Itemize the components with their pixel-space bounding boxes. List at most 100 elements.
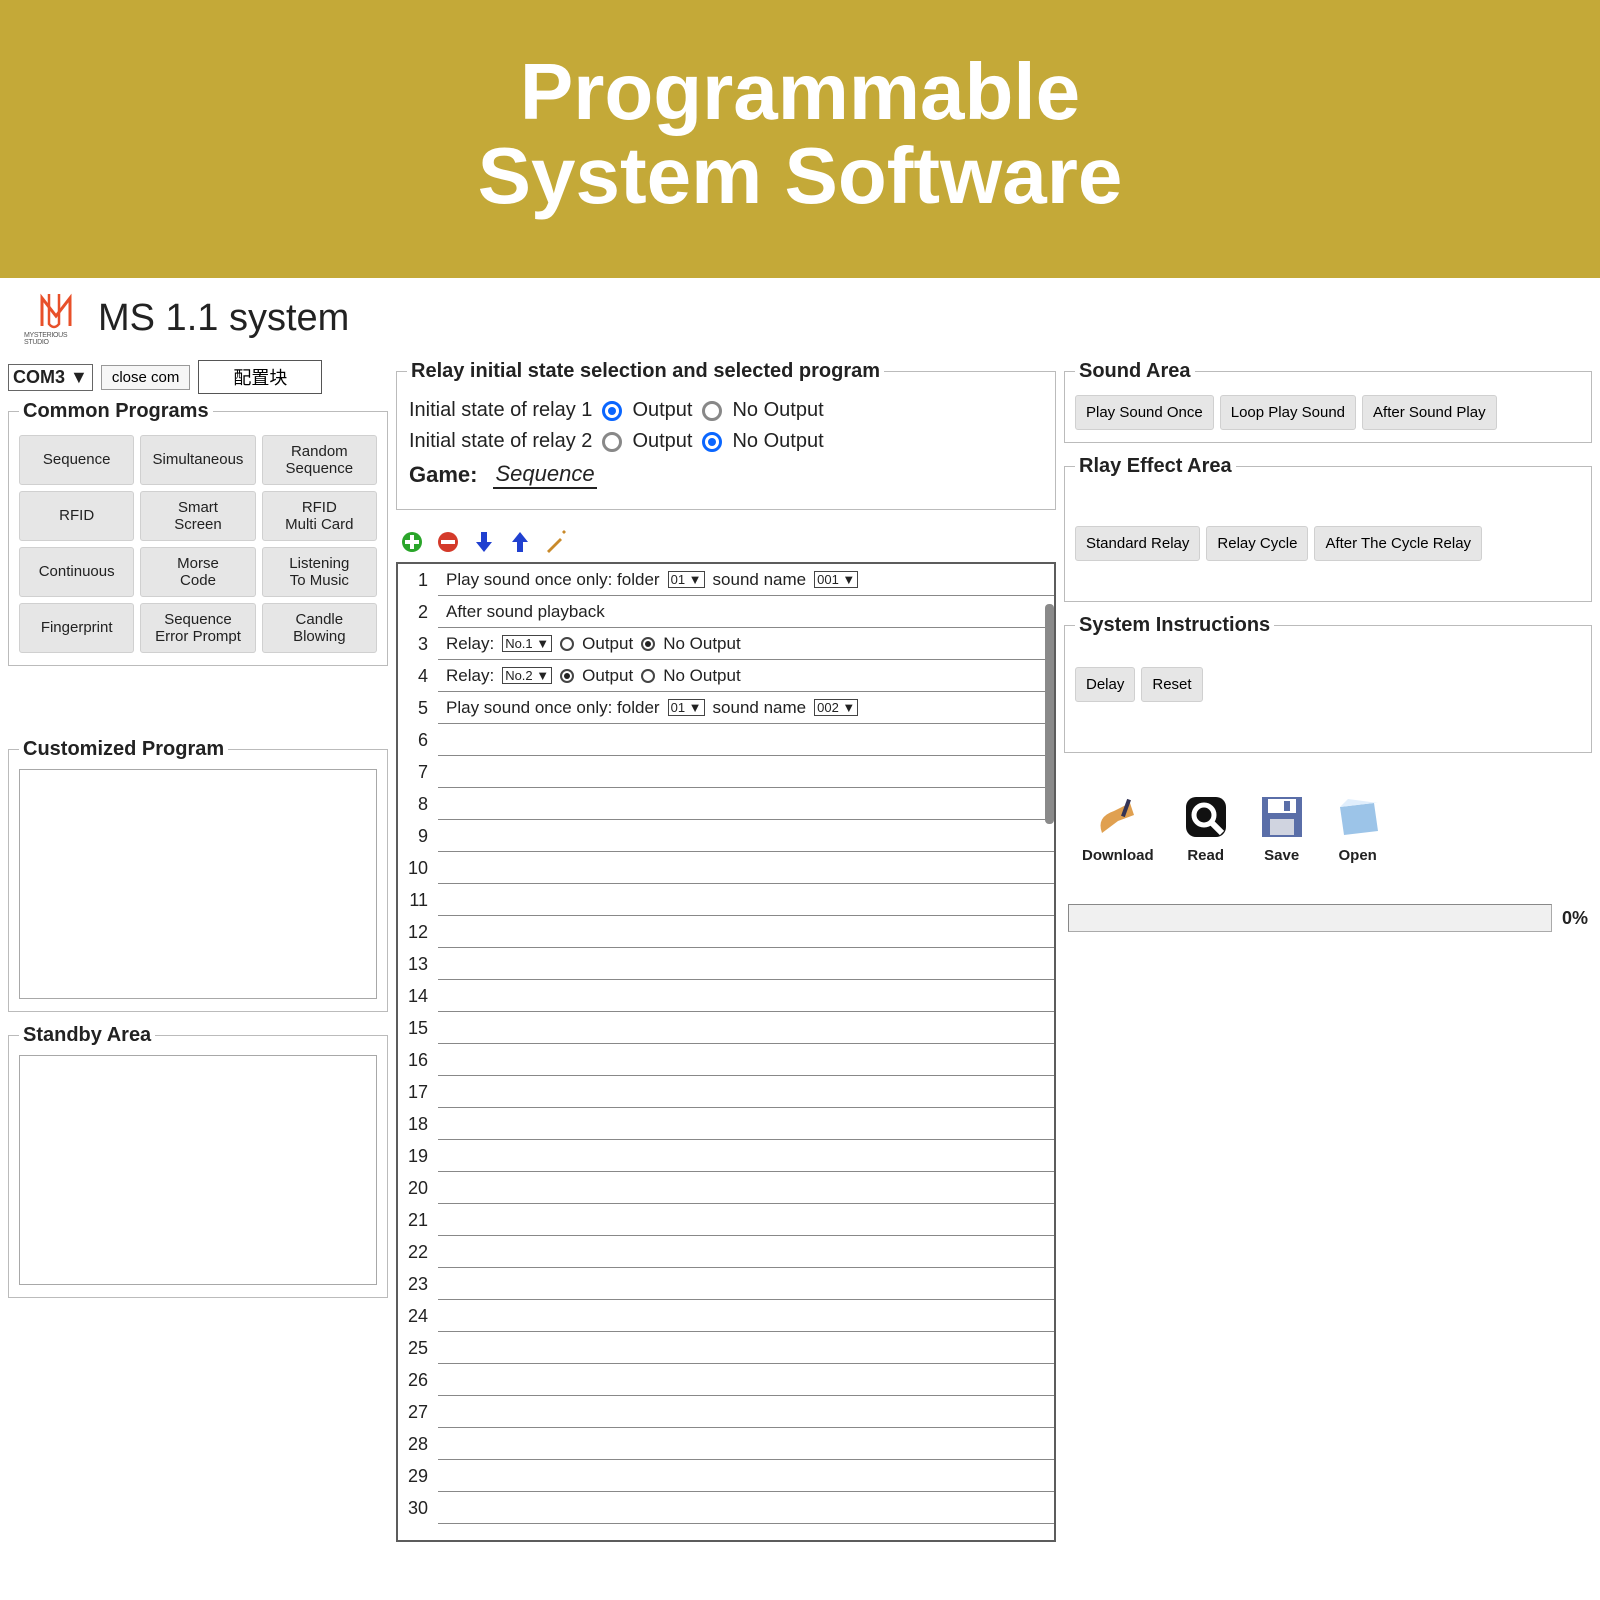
program-continuous[interactable]: Continuous: [19, 547, 134, 597]
editor-row[interactable]: 10: [398, 852, 1054, 884]
editor-row[interactable]: 4Relay:No.2 ▼OutputNo Output: [398, 660, 1054, 692]
editor-row[interactable]: 27: [398, 1396, 1054, 1428]
editor-row[interactable]: 20: [398, 1172, 1054, 1204]
program-rfid[interactable]: RFID: [19, 491, 134, 541]
folder-select[interactable]: 01 ▼: [668, 571, 705, 588]
editor-row[interactable]: 14: [398, 980, 1054, 1012]
play-sound-once-button[interactable]: Play Sound Once: [1075, 395, 1214, 430]
editor-row[interactable]: 24: [398, 1300, 1054, 1332]
banner-title: ProgrammableSystem Software: [0, 50, 1600, 218]
com-port-select[interactable]: COM3 ▼: [8, 364, 93, 391]
editor-row[interactable]: 26: [398, 1364, 1054, 1396]
standard-relay-button[interactable]: Standard Relay: [1075, 526, 1200, 561]
editor-row[interactable]: 18: [398, 1108, 1054, 1140]
output-radio[interactable]: [560, 637, 574, 651]
program-simultaneous[interactable]: Simultaneous: [140, 435, 255, 485]
line-number: 13: [398, 954, 438, 975]
relay2-output-radio[interactable]: [602, 432, 622, 452]
editor-row[interactable]: 30: [398, 1492, 1054, 1524]
editor-row[interactable]: 12: [398, 916, 1054, 948]
config-button[interactable]: 配置块: [198, 360, 322, 394]
line-number: 5: [398, 698, 438, 719]
move-up-icon[interactable]: [508, 530, 532, 554]
relay2-nooutput-radio[interactable]: [702, 432, 722, 452]
common-programs-legend: Common Programs: [19, 400, 213, 423]
program-random-sequence[interactable]: RandomSequence: [262, 435, 377, 485]
standby-area-legend: Standby Area: [19, 1024, 155, 1047]
sound-select[interactable]: 001 ▼: [814, 571, 858, 588]
editor-row[interactable]: 6: [398, 724, 1054, 756]
read-icon: [1182, 793, 1230, 841]
relay-select[interactable]: No.2 ▼: [502, 667, 552, 684]
move-down-icon[interactable]: [472, 530, 496, 554]
nooutput-radio[interactable]: [641, 637, 655, 651]
read-button[interactable]: Read: [1182, 793, 1230, 864]
editor-row[interactable]: 21: [398, 1204, 1054, 1236]
line-number: 30: [398, 1498, 438, 1519]
customized-program-legend: Customized Program: [19, 738, 228, 761]
output-radio[interactable]: [560, 669, 574, 683]
program-sequence[interactable]: Sequence: [19, 435, 134, 485]
app-title: MS 1.1 system: [98, 297, 349, 340]
editor-row[interactable]: 7: [398, 756, 1054, 788]
program-candle-blowing[interactable]: CandleBlowing: [262, 603, 377, 653]
remove-icon[interactable]: [436, 530, 460, 554]
program-smart-screen[interactable]: SmartScreen: [140, 491, 255, 541]
editor-row[interactable]: 3Relay:No.1 ▼OutputNo Output: [398, 628, 1054, 660]
editor-row[interactable]: 29: [398, 1460, 1054, 1492]
after-cycle-relay-button[interactable]: After The Cycle Relay: [1314, 526, 1482, 561]
program-listening-to-music[interactable]: ListeningTo Music: [262, 547, 377, 597]
editor-row[interactable]: 16: [398, 1044, 1054, 1076]
progress-track: [1068, 904, 1552, 932]
relay-initial-state: Relay initial state selection and select…: [396, 360, 1056, 510]
reset-button[interactable]: Reset: [1141, 667, 1202, 702]
program-rfid-multi-card[interactable]: RFIDMulti Card: [262, 491, 377, 541]
line-number: 24: [398, 1306, 438, 1327]
title-bar: MYSTERIOUS STUDIO MS 1.1 system: [0, 278, 1600, 360]
line-number: 26: [398, 1370, 438, 1391]
close-com-button[interactable]: close com: [101, 365, 191, 390]
program-fingerprint[interactable]: Fingerprint: [19, 603, 134, 653]
editor-row[interactable]: 13: [398, 948, 1054, 980]
game-value: Sequence: [493, 461, 596, 489]
editor-row[interactable]: 5Play sound once only: folder01 ▼sound n…: [398, 692, 1054, 724]
add-icon[interactable]: [400, 530, 424, 554]
progress-bar: 0%: [1068, 904, 1588, 932]
editor-row[interactable]: 2After sound playback: [398, 596, 1054, 628]
editor-row[interactable]: 28: [398, 1428, 1054, 1460]
editor-row[interactable]: 19: [398, 1140, 1054, 1172]
save-icon: [1258, 793, 1306, 841]
relay-effect-legend: Rlay Effect Area: [1075, 455, 1236, 478]
editor-row[interactable]: 9: [398, 820, 1054, 852]
program-morse-code[interactable]: MorseCode: [140, 547, 255, 597]
editor-row[interactable]: 22: [398, 1236, 1054, 1268]
nooutput-radio[interactable]: [641, 669, 655, 683]
program-editor[interactable]: 1Play sound once only: folder01 ▼sound n…: [396, 562, 1056, 1542]
delay-button[interactable]: Delay: [1075, 667, 1135, 702]
loop-play-sound-button[interactable]: Loop Play Sound: [1220, 395, 1356, 430]
relay-cycle-button[interactable]: Relay Cycle: [1206, 526, 1308, 561]
editor-row[interactable]: 25: [398, 1332, 1054, 1364]
relay1-nooutput-radio[interactable]: [702, 401, 722, 421]
sound-select[interactable]: 002 ▼: [814, 699, 858, 716]
editor-row[interactable]: 23: [398, 1268, 1054, 1300]
editor-row[interactable]: 15: [398, 1012, 1054, 1044]
save-button[interactable]: Save: [1258, 793, 1306, 864]
customized-program-area[interactable]: [19, 769, 377, 999]
editor-row[interactable]: 11: [398, 884, 1054, 916]
program-sequence-error-prompt[interactable]: SequenceError Prompt: [140, 603, 255, 653]
download-button[interactable]: Download: [1082, 793, 1154, 864]
wand-icon[interactable]: [544, 530, 568, 554]
open-button[interactable]: Open: [1334, 793, 1382, 864]
sound-area-legend: Sound Area: [1075, 360, 1195, 383]
folder-select[interactable]: 01 ▼: [668, 699, 705, 716]
editor-row[interactable]: 1Play sound once only: folder01 ▼sound n…: [398, 564, 1054, 596]
after-sound-play-button[interactable]: After Sound Play: [1362, 395, 1497, 430]
relay-select[interactable]: No.1 ▼: [502, 635, 552, 652]
relay1-output-radio[interactable]: [602, 401, 622, 421]
editor-row[interactable]: 8: [398, 788, 1054, 820]
editor-row[interactable]: 17: [398, 1076, 1054, 1108]
line-number: 20: [398, 1178, 438, 1199]
standby-area-box[interactable]: [19, 1055, 377, 1285]
scrollbar-thumb[interactable]: [1045, 604, 1054, 824]
